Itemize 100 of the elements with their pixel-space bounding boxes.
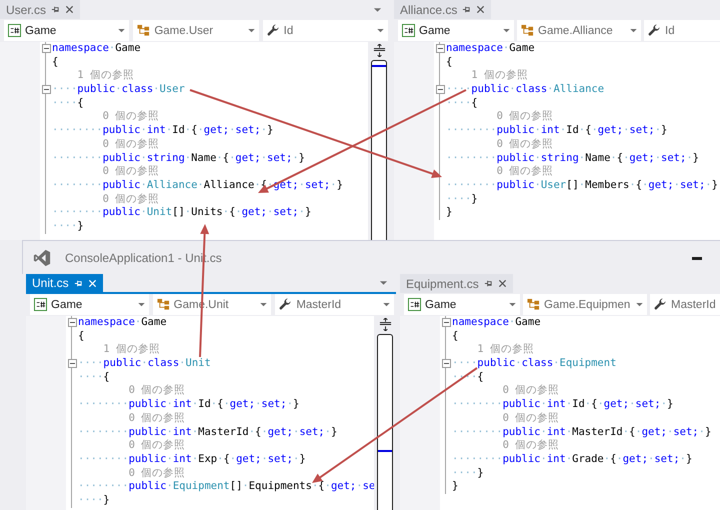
code-file-icon <box>8 24 21 37</box>
file-tab[interactable]: Alliance.cs <box>394 0 492 19</box>
caret-icon <box>382 302 390 306</box>
navigation-dropdown[interactable]: Game.User <box>133 20 259 41</box>
reference-count[interactable]: 0 個の参照 <box>102 192 160 206</box>
hierarchy-icon <box>521 24 534 37</box>
collapse-icon[interactable] <box>442 318 450 328</box>
code-line: ········public·int·Id·{·get;·set;·} <box>52 124 274 138</box>
dropdown-icon[interactable] <box>373 6 382 12</box>
code-line: namespace·Game <box>52 42 141 56</box>
wrench-icon <box>648 24 661 37</box>
navigation-dropdown[interactable]: Game <box>404 294 520 315</box>
hierarchy-icon <box>156 298 170 311</box>
reference-count[interactable]: 1 個の参照 <box>77 69 134 84</box>
reference-count[interactable]: 0 個の参照 <box>496 165 554 179</box>
code-line: ····} <box>52 220 84 234</box>
code-line: { <box>446 56 452 70</box>
code-line: ········public·int·Id·{·get;·set;·} <box>78 398 300 412</box>
code-file-icon <box>34 298 47 311</box>
splitter-icon[interactable] <box>372 44 386 57</box>
hierarchy-icon <box>527 298 540 311</box>
code-line: namespace·Game <box>446 42 535 56</box>
code-line: { <box>452 330 458 344</box>
dropdown-icon[interactable] <box>379 280 388 286</box>
reference-count[interactable]: 0 個の参照 <box>128 439 186 453</box>
reference-count[interactable]: 0 個の参照 <box>128 412 186 426</box>
collapse-icon[interactable] <box>68 359 76 368</box>
navigation-dropdown[interactable]: MasterId <box>650 294 720 315</box>
collapse-icon[interactable] <box>42 44 50 54</box>
code-line: ········public·Unit[]·Units·{·get;·set;·} <box>52 206 312 220</box>
navigation-dropdown[interactable]: Game.Equipmen <box>523 294 647 315</box>
navigation-dropdown[interactable]: Id <box>262 20 388 41</box>
code-line: ····} <box>452 466 484 480</box>
code-line: ····} <box>446 192 478 206</box>
navigation-dropdown[interactable]: Game <box>30 294 149 315</box>
code-file-icon <box>402 24 415 37</box>
code-line: } <box>452 480 458 494</box>
scrollbar[interactable] <box>371 60 387 240</box>
code-line: ····public·class·Equipment <box>452 357 616 371</box>
collapse-icon[interactable] <box>68 318 76 328</box>
reference-count[interactable]: 0 個の参照 <box>496 110 554 124</box>
collapse-icon[interactable] <box>436 85 444 94</box>
reference-count[interactable]: 0 個の参照 <box>502 439 560 453</box>
code-line: ········public·User[]·Members·{·get;·set;·} <box>446 178 718 193</box>
code-line: { <box>78 330 84 344</box>
close-icon[interactable] <box>476 5 486 14</box>
reference-count[interactable]: 0 個の参照 <box>102 165 160 179</box>
navigation-dropdown[interactable]: Game <box>4 20 130 41</box>
code-line: ········public·int·Id·{·get;·set;·} <box>452 398 674 412</box>
reference-count[interactable]: 0 個の参照 <box>128 384 186 398</box>
caret-icon <box>509 302 516 306</box>
wrench-icon <box>266 24 280 37</box>
reference-count[interactable]: 0 個の参照 <box>102 138 160 152</box>
caret-icon <box>503 28 510 32</box>
pin-icon[interactable] <box>484 279 493 288</box>
collapse-icon[interactable] <box>436 44 444 54</box>
collapse-icon[interactable] <box>442 359 450 368</box>
code-line: ····{ <box>78 370 110 384</box>
code-line: ········public·int·MasterId·{·get;·set;·} <box>78 426 338 440</box>
code-line: ····public·class·User <box>52 83 185 97</box>
caret-icon <box>138 302 145 306</box>
navigation-dropdown[interactable]: Game.Alliance <box>517 20 641 41</box>
reference-count[interactable]: 0 個の参照 <box>102 110 160 124</box>
splitter-icon[interactable] <box>378 318 392 331</box>
file-tab[interactable]: Equipment.cs <box>400 274 513 293</box>
navigation-dropdown[interactable]: Game <box>398 20 514 41</box>
wrench-icon <box>654 298 667 311</box>
hierarchy-icon <box>137 24 150 37</box>
caret-icon <box>636 302 643 306</box>
code-line: ········public·int·Exp·{·get;·set;·} <box>78 452 306 467</box>
navigation-dropdown[interactable]: MasterId <box>275 294 394 315</box>
reference-count[interactable]: 1 個の参照 <box>477 343 534 358</box>
code-line: ····{ <box>52 96 84 110</box>
caret-icon <box>377 28 384 32</box>
code-line: ····public·class·Unit <box>78 357 211 371</box>
reference-count[interactable]: 0 個の参照 <box>502 384 560 398</box>
wrench-icon <box>279 298 292 311</box>
collapse-icon[interactable] <box>42 85 50 94</box>
code-line: { <box>52 56 58 70</box>
app-logo-icon <box>33 248 51 266</box>
caret-icon <box>118 28 126 32</box>
pin-icon[interactable] <box>51 5 60 14</box>
code-line: ········public·string·Name·{·get;·set;·} <box>52 152 305 166</box>
pin-icon[interactable] <box>462 5 472 14</box>
code-line: namespace·Game <box>452 316 541 330</box>
reference-count[interactable]: 0 個の参照 <box>128 466 186 480</box>
navigation-dropdown[interactable]: Id <box>644 20 720 41</box>
file-tab[interactable]: User.cs <box>0 0 80 19</box>
reference-count[interactable]: 1 個の参照 <box>103 343 160 358</box>
close-icon[interactable] <box>65 5 74 14</box>
close-icon[interactable] <box>498 279 507 288</box>
code-line: ········public·string·Name·{·get;·set;·} <box>446 152 699 166</box>
code-line: ····public·class·Alliance <box>446 83 604 97</box>
caret-icon <box>630 28 637 32</box>
code-line: } <box>446 206 452 220</box>
scrollbar[interactable] <box>377 334 393 510</box>
reference-count[interactable]: 0 個の参照 <box>496 138 554 152</box>
code-line: ····{ <box>446 96 478 110</box>
reference-count[interactable]: 1 個の参照 <box>471 69 528 84</box>
reference-count[interactable]: 0 個の参照 <box>502 412 560 426</box>
